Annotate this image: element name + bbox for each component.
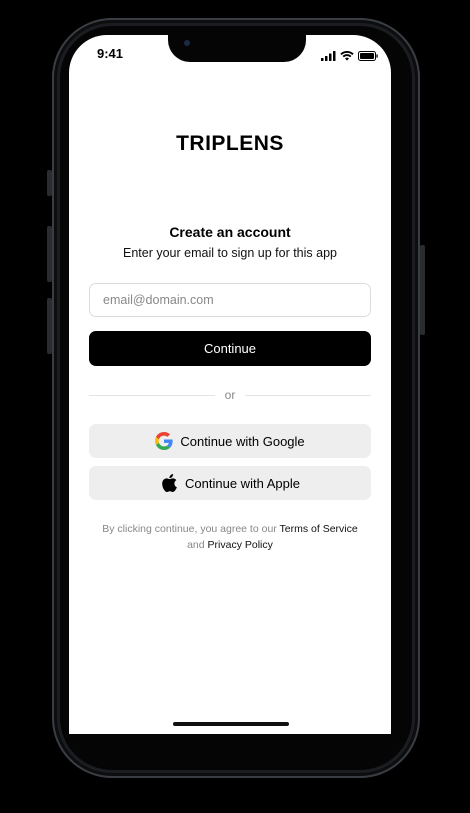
privacy-policy-link[interactable]: Privacy Policy: [208, 539, 273, 551]
signup-subheading: Enter your email to sign up for this app: [122, 246, 337, 260]
status-time: 9:41: [97, 46, 124, 61]
divider-line-left: [89, 394, 215, 396]
continue-button[interactable]: Continue: [89, 331, 371, 366]
app-title: TRIPLENS: [176, 132, 284, 155]
or-divider: or: [89, 388, 372, 402]
status-icons: [321, 48, 378, 66]
power-button: [420, 245, 425, 335]
home-indicator[interactable]: [173, 722, 289, 726]
continue-with-apple-button[interactable]: Continue with Apple: [89, 466, 371, 500]
google-button-label: Continue with Google: [180, 433, 305, 449]
terms-prefix: By clicking continue, you agree to our: [102, 523, 277, 535]
battery-icon: [358, 48, 378, 66]
signal-icon: [321, 48, 336, 66]
apple-icon: [160, 474, 178, 492]
wifi-icon: [340, 48, 354, 66]
continue-with-google-button[interactable]: Continue with Google: [89, 424, 371, 458]
divider-label: or: [224, 388, 236, 402]
app-screen: 9:41 TRIPLENS Create an account Enter yo…: [69, 35, 391, 734]
terms-conjunction: and: [187, 539, 205, 551]
signup-heading: Create an account: [169, 224, 291, 240]
divider-line-right: [245, 394, 372, 396]
device-stage: 9:41 TRIPLENS Create an account Enter yo…: [0, 0, 470, 813]
front-camera-icon: [184, 40, 190, 46]
notch: [168, 35, 306, 62]
terms-of-service-link[interactable]: Terms of Service: [280, 523, 358, 535]
email-input[interactable]: [89, 283, 371, 317]
terms-notice: By clicking continue, you agree to our T…: [69, 521, 391, 553]
google-icon: [155, 432, 173, 450]
apple-button-label: Continue with Apple: [185, 475, 300, 491]
